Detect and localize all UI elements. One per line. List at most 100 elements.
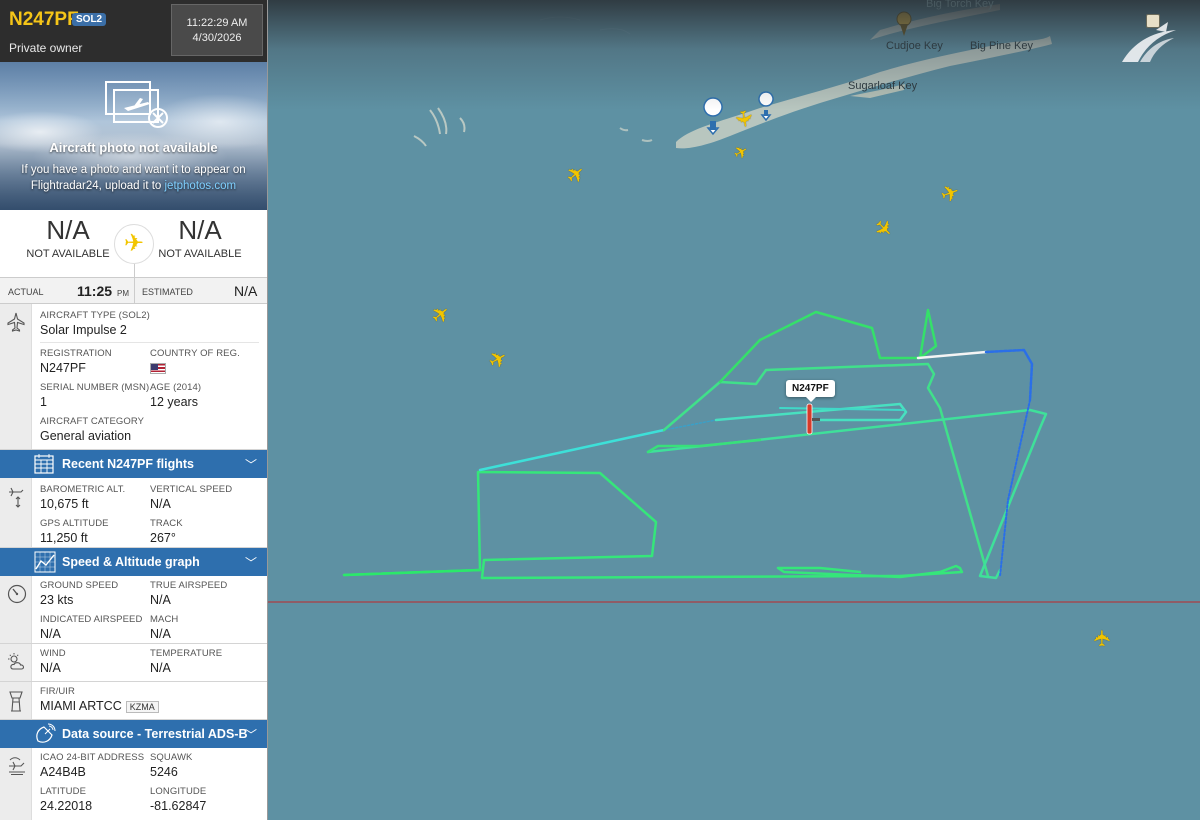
signal-plane-icon [9, 757, 25, 775]
satellite-dish-icon [36, 723, 56, 743]
place-label-sugarloaf: Sugarloaf Key [848, 80, 918, 92]
destination-name: NOT AVAILABLE [158, 248, 242, 260]
florida-keys-land [676, 36, 1052, 149]
route-plane-icon: ✈ [114, 224, 154, 264]
track-field: TRACK 267° [150, 518, 183, 545]
indicated-airspeed-value: N/A [40, 627, 61, 641]
age-field: AGE (2014) 12 years [150, 382, 201, 409]
category-field: AIRCRAFT CATEGORY General aviation [40, 416, 144, 443]
latitude-label: LATITUDE [40, 786, 87, 797]
baro-alt-value: 10,675 ft [40, 497, 89, 511]
altitude-icon-column [0, 478, 32, 547]
vertical-speed-field: VERTICAL SPEED N/A [150, 484, 232, 511]
longitude-value: -81.62847 [150, 799, 207, 813]
squawk-label: SQUAWK [150, 752, 193, 763]
operator-name: Private owner [9, 41, 83, 55]
speed-altitude-graph-label: Speed & Altitude graph [62, 555, 200, 569]
registration-field: REGISTRATION N247PF [40, 348, 112, 375]
squawk-value: 5246 [150, 765, 178, 779]
registration-label: REGISTRATION [40, 348, 112, 359]
photo-upload-text: If you have a photo and want it to appea… [10, 162, 257, 194]
fir-field: FIR/UIR MIAMI ARTCC KZMA [40, 686, 159, 713]
origin-name: NOT AVAILABLE [26, 248, 110, 260]
speedometer-icon [7, 584, 27, 604]
fir-code-badge: KZMA [125, 700, 159, 713]
destination-code: N/A [178, 215, 222, 245]
panel-header: N247PF SOL2 Private owner 11:22:29 AM 4/… [0, 0, 267, 62]
serial-label: SERIAL NUMBER (MSN) [40, 382, 150, 393]
aircraft-icon-column [0, 304, 32, 449]
control-tower-icon [9, 691, 23, 712]
recent-flights-bar[interactable]: Recent N247PF flights ﹀ [0, 450, 267, 478]
mach-value: N/A [150, 627, 171, 641]
temperature-value: N/A [150, 661, 171, 675]
source-block: ICAO 24-BIT ADDRESS A24B4B SQUAWK 5246 L… [0, 748, 267, 820]
chevron-down-icon[interactable]: ﹀ [245, 726, 257, 743]
fir-value: MIAMI ARTCC [40, 699, 122, 713]
wind-value: N/A [40, 661, 61, 675]
ground-speed-label: GROUND SPEED [40, 580, 119, 591]
marquesas-islets [413, 107, 466, 147]
place-label-cudjoe: Cudjoe Key [886, 40, 943, 52]
origin[interactable]: N/A NOT AVAILABLE [8, 216, 128, 260]
true-airspeed-field: TRUE AIRSPEED N/A [150, 580, 227, 607]
wind-field: WIND N/A [40, 648, 66, 675]
aircraft-type-field: AIRCRAFT TYPE (SOL2) Solar Impulse 2 [40, 310, 150, 337]
aircraft-type-label: AIRCRAFT TYPE (SOL2) [40, 310, 150, 321]
data-source-bar[interactable]: Data source - Terrestrial ADS-B ﹀ [0, 720, 267, 748]
longitude-label: LONGITUDE [150, 786, 207, 797]
speed-block: GROUND SPEED 23 kts TRUE AIRSPEED N/A IN… [0, 576, 267, 644]
chevron-down-icon[interactable]: ﹀ [245, 554, 257, 571]
jetphotos-link[interactable]: jetphotos.com [165, 180, 237, 192]
place-label-bigpine: Big Pine Key [970, 40, 1033, 52]
mach-label: MACH [150, 614, 179, 625]
clock-box: 11:22:29 AM 4/30/2026 [171, 4, 263, 56]
icao-value: A24B4B [40, 765, 86, 779]
country-value [150, 361, 240, 375]
location-pin-icon [896, 11, 912, 36]
track-value: 267° [150, 531, 176, 545]
airplane-icon [7, 312, 25, 332]
country-field: COUNTRY OF REG. [150, 348, 240, 375]
aircraft-photo-area: Aircraft photo not available If you have… [0, 62, 267, 210]
estimated-label: ESTIMATED [142, 287, 193, 297]
age-value: 12 years [150, 395, 198, 409]
aircraft-icon[interactable]: ✈ [1090, 629, 1115, 647]
indicated-airspeed-field: INDICATED AIRSPEED N/A [40, 614, 142, 641]
latitude-field: LATITUDE 24.22018 [40, 786, 92, 813]
aircraft-label-tag[interactable]: N247PF [786, 380, 835, 402]
actual-time-suffix: PM [117, 289, 129, 298]
aircraft-type-badge: SOL2 [72, 13, 107, 26]
serial-value: 1 [40, 395, 47, 409]
clock-date: 4/30/2026 [192, 32, 242, 44]
track-label: TRACK [150, 518, 183, 529]
aircraft-info-block: AIRCRAFT TYPE (SOL2) Solar Impulse 2 REG… [0, 304, 267, 450]
squawk-field: SQUAWK 5246 [150, 752, 192, 779]
chevron-down-icon[interactable]: ﹀ [245, 456, 257, 473]
true-airspeed-value: N/A [150, 593, 171, 607]
altitude-plane-icon [9, 487, 24, 508]
aircraft-icon[interactable]: ✈ [730, 108, 758, 130]
serial-field: SERIAL NUMBER (MSN) 1 [40, 382, 149, 409]
times-row: ACTUAL 11:25 PM ESTIMATED N/A [0, 278, 267, 304]
photo-title: Aircraft photo not available [49, 140, 218, 155]
altitude-block: BAROMETRIC ALT. 10,675 ft VERTICAL SPEED… [0, 478, 267, 548]
mach-field: MACH N/A [150, 614, 178, 641]
weather-icon [8, 653, 24, 670]
route-section: N/A NOT AVAILABLE N/A NOT AVAILABLE ✈ [0, 210, 267, 278]
us-flag-icon [150, 363, 166, 375]
data-source-label: Data source - Terrestrial ADS-B [62, 727, 248, 741]
source-icon-column [0, 748, 32, 820]
fir-label: FIR/UIR [40, 686, 76, 697]
destination[interactable]: N/A NOT AVAILABLE [140, 216, 260, 260]
graph-icon [34, 551, 56, 573]
temperature-field: TEMPERATURE N/A [150, 648, 222, 675]
fir-icon-column [0, 682, 32, 719]
speed-altitude-graph-bar[interactable]: Speed & Altitude graph ﹀ [0, 548, 267, 576]
gps-alt-field: GPS ALTITUDE 11,250 ft [40, 518, 109, 545]
category-label: AIRCRAFT CATEGORY [40, 416, 145, 427]
country-label: COUNTRY OF REG. [150, 348, 240, 359]
baro-alt-field: BAROMETRIC ALT. 10,675 ft [40, 484, 125, 511]
fir-value-row: MIAMI ARTCC KZMA [40, 699, 159, 713]
category-value: General aviation [40, 429, 132, 443]
